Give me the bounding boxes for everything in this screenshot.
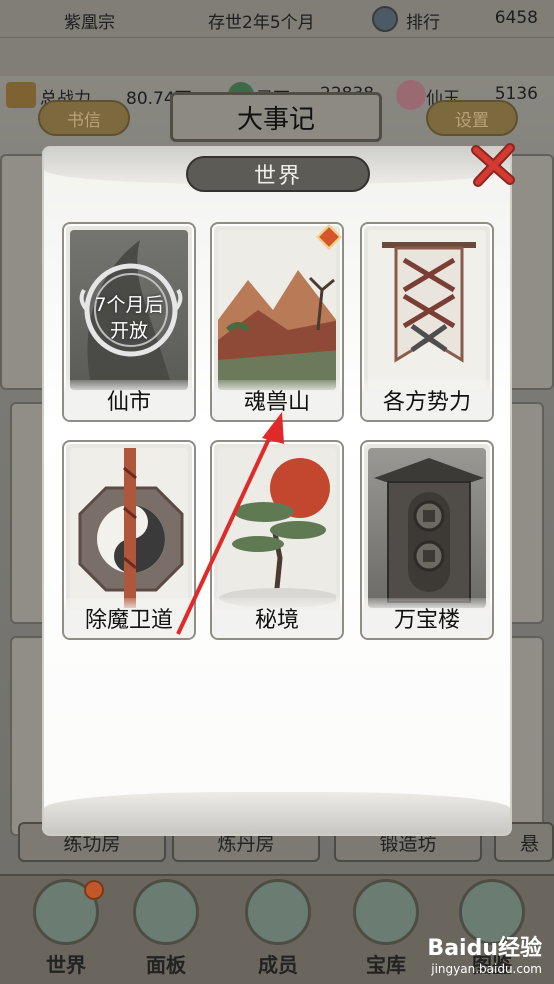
annotation-arrow-icon bbox=[176, 412, 284, 635]
watermark: Baidu经验 jingyan.baidu.com bbox=[427, 930, 542, 976]
watermark-url: jingyan.baidu.com bbox=[431, 962, 542, 976]
watermark-brand: Baidu经验 bbox=[427, 936, 542, 961]
